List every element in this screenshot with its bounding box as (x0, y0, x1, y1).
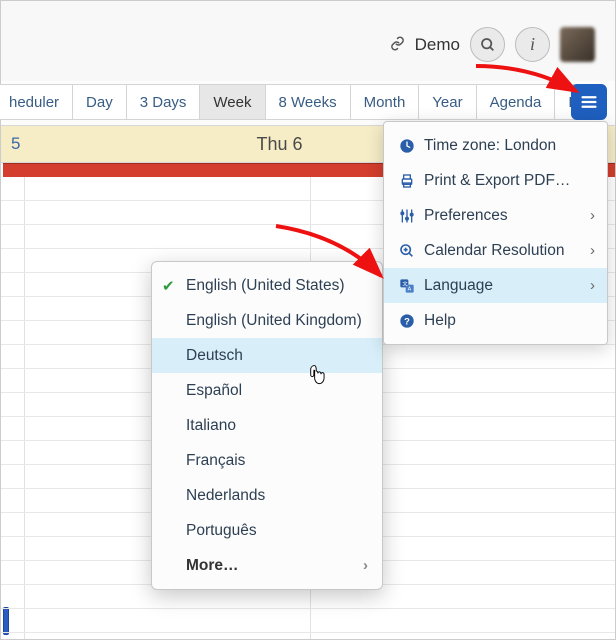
lang-label: Deutsch (186, 347, 243, 365)
lang-option-de[interactable]: Deutsch (152, 338, 382, 373)
menu-label: Time zone: London (424, 137, 595, 155)
menu-label: Preferences (424, 207, 590, 225)
search-button[interactable] (470, 27, 505, 62)
lang-label: English (United Kingdom) (186, 312, 362, 330)
clock-icon (396, 138, 418, 154)
chevron-right-icon: › (363, 557, 368, 574)
link-icon (390, 36, 405, 54)
tab-scheduler[interactable]: heduler (0, 85, 73, 119)
lang-option-es[interactable]: Español (152, 373, 382, 408)
tab-3days[interactable]: 3 Days (127, 85, 201, 119)
menu-label: Print & Export PDF… (424, 172, 595, 190)
tab-week[interactable]: Week (200, 85, 265, 119)
chevron-right-icon: › (590, 207, 595, 224)
menu-item-preferences[interactable]: Preferences › (384, 198, 607, 233)
lang-label: Italiano (186, 417, 236, 435)
lang-label: English (United States) (186, 277, 345, 295)
menu-label: Help (424, 312, 595, 330)
lang-option-it[interactable]: Italiano (152, 408, 382, 443)
tab-8weeks[interactable]: 8 Weeks (266, 85, 351, 119)
menu-label: Calendar Resolution (424, 242, 590, 260)
chevron-right-icon: › (590, 242, 595, 259)
view-tabs: heduler Day 3 Days Week 8 Weeks Month Ye… (0, 84, 606, 120)
lang-option-nl[interactable]: Nederlands (152, 478, 382, 513)
tab-agenda[interactable]: Agenda (477, 85, 556, 119)
lang-option-en-uk[interactable]: English (United Kingdom) (152, 303, 382, 338)
lang-label: Español (186, 382, 242, 400)
zoom-icon (396, 243, 418, 259)
current-day-label[interactable]: Thu 6 (256, 134, 302, 155)
menu-label: Language (424, 277, 590, 295)
demo-label[interactable]: Demo (415, 35, 460, 55)
prev-day-end[interactable]: 5 (11, 134, 20, 154)
menu-item-print[interactable]: Print & Export PDF… (384, 163, 607, 198)
language-submenu: English (United States) English (United … (151, 261, 383, 590)
translate-icon: 文A (396, 278, 418, 294)
lang-label: Português (186, 522, 257, 540)
lang-option-fr[interactable]: Français (152, 443, 382, 478)
lang-label: Français (186, 452, 245, 470)
tab-day[interactable]: Day (73, 85, 127, 119)
chevron-right-icon: › (590, 277, 595, 294)
menu-item-help[interactable]: ? Help (384, 303, 607, 338)
lang-label: More… (186, 557, 239, 575)
avatar[interactable] (560, 27, 595, 62)
menu-item-resolution[interactable]: Calendar Resolution › (384, 233, 607, 268)
lang-option-pt[interactable]: Português (152, 513, 382, 548)
menu-item-timezone[interactable]: Time zone: London (384, 128, 607, 163)
tab-month[interactable]: Month (351, 85, 420, 119)
lang-option-en-us[interactable]: English (United States) (152, 268, 382, 303)
svg-text:A: A (408, 286, 412, 292)
top-bar: Demo i (1, 1, 615, 81)
printer-icon (396, 173, 418, 189)
menu-item-language[interactable]: 文A Language › (384, 268, 607, 303)
sliders-icon (396, 208, 418, 224)
lang-label: Nederlands (186, 487, 265, 505)
tab-year[interactable]: Year (419, 85, 476, 119)
settings-menu: Time zone: London Print & Export PDF… Pr… (383, 121, 608, 345)
settings-menu-button[interactable] (571, 84, 607, 120)
lang-option-more[interactable]: More… › (152, 548, 382, 583)
help-icon: ? (396, 313, 418, 329)
header-right-group: Demo i (390, 27, 595, 62)
app-frame: Demo i heduler Day 3 Days Week 8 Weeks M… (0, 0, 616, 640)
info-button[interactable]: i (515, 27, 550, 62)
svg-text:?: ? (404, 316, 410, 326)
